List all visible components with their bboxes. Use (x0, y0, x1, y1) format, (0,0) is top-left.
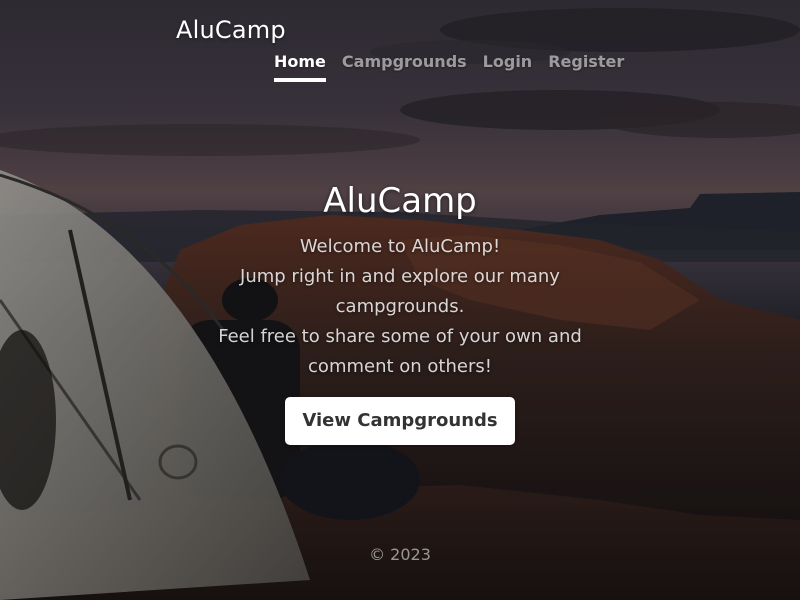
nav-register[interactable]: Register (548, 52, 624, 82)
page-footer: © 2023 (0, 545, 800, 564)
main-nav: Home Campgrounds Login Register (274, 52, 624, 82)
nav-home[interactable]: Home (274, 52, 326, 82)
hero-title: AluCamp (323, 181, 477, 221)
hero-line-welcome: Welcome to AluCamp! (299, 236, 501, 257)
hero-section: AluCamp Welcome to AluCamp! Jump right i… (0, 178, 800, 445)
hero-line-share: Feel free to share some of your own and … (218, 326, 582, 377)
nav-campgrounds[interactable]: Campgrounds (342, 52, 467, 82)
hero-lead: Welcome to AluCamp! Jump right in and ex… (190, 232, 610, 382)
landing-page: AluCamp Home Campgrounds Login Register … (0, 0, 800, 600)
view-campgrounds-button[interactable]: View Campgrounds (285, 397, 515, 445)
hero-line-explore: Jump right in and explore our many campg… (240, 266, 560, 317)
copyright-text: © 2023 (369, 545, 431, 564)
nav-login[interactable]: Login (483, 52, 533, 82)
brand-logo[interactable]: AluCamp (176, 16, 286, 44)
